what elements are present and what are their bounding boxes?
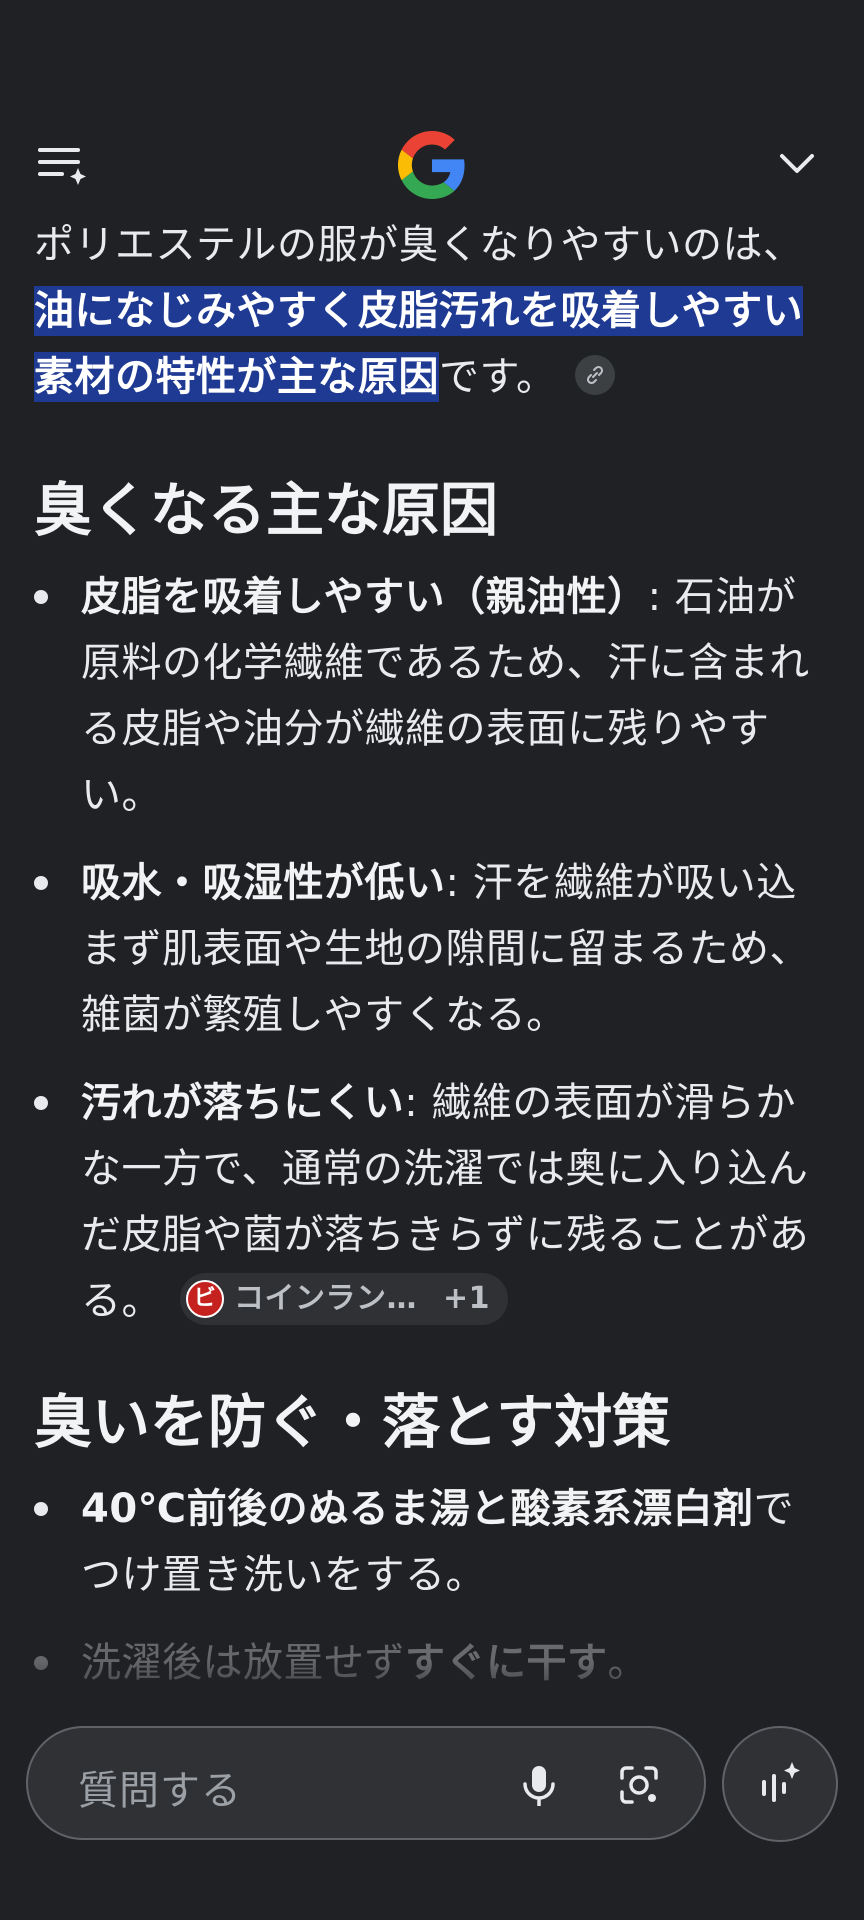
ask-placeholder: 質問する xyxy=(78,1768,242,1814)
item-heading: 汚れが落ちにくい xyxy=(81,1080,405,1126)
link-icon[interactable] xyxy=(574,355,615,395)
bullet-dot xyxy=(34,1096,48,1110)
source-site-icon: ビ xyxy=(186,1280,224,1318)
source-name: コインラン… xyxy=(234,1281,417,1316)
chevron-down-icon[interactable] xyxy=(772,144,822,184)
scroll-fade xyxy=(0,1660,864,1720)
section-title-measures: 臭いを防ぐ・落とす対策 xyxy=(34,1388,671,1456)
intro-highlight[interactable]: 油になじみやすく皮脂汚れを吸着しやすい素材の特性が主な原因 xyxy=(34,286,804,402)
section-title-causes: 臭くなる主な原因 xyxy=(34,476,499,544)
list-item: 40℃前後のぬるま湯と酸素系漂白剤でつけ置き洗いをする。 xyxy=(34,1476,834,1608)
intro-suffix: です。 xyxy=(439,354,557,400)
source-chip[interactable]: ビコインラン… +1 xyxy=(180,1273,509,1325)
list-item: 皮脂を吸着しやすい（親油性）: 石油が原料の化学繊維であるため、汗に含まれる皮脂… xyxy=(34,564,834,828)
causes-list: 皮脂を吸着しやすい（親油性）: 石油が原料の化学繊維であるため、汗に含まれる皮脂… xyxy=(34,564,834,1334)
bullet-dot xyxy=(34,590,48,604)
answer-intro: ポリエステルの服が臭くなりやすいのは、油になじみやすく皮脂汚れを吸着しやすい素材… xyxy=(34,212,834,410)
item-heading: 皮脂を吸着しやすい（親油性） xyxy=(81,574,648,620)
intro-prefix: ポリエステルの服が臭くなりやすいのは、 xyxy=(34,222,804,268)
mic-icon[interactable] xyxy=(512,1758,566,1812)
bullet-dot xyxy=(34,1502,48,1516)
source-more-count: +1 xyxy=(443,1281,491,1316)
list-item: 吸水・吸湿性が低い: 汗を繊維が吸い込まず肌表面や生地の隙間に留まるため、雑菌が… xyxy=(34,850,834,1048)
voice-sparkle-icon[interactable] xyxy=(722,1726,838,1842)
list-item: 汚れが落ちにくい: 繊維の表面が滑らかな一方で、通常の洗濯では奥に入り込んだ皮脂… xyxy=(34,1070,834,1334)
bottom-bar: 質問する xyxy=(0,1720,864,1920)
lens-camera-icon[interactable] xyxy=(612,1758,666,1812)
google-logo xyxy=(398,130,466,200)
menu-sparkle-icon[interactable] xyxy=(36,142,92,188)
bullet-dot xyxy=(34,876,48,890)
item-heading: 40℃前後のぬるま湯と酸素系漂白剤 xyxy=(81,1486,754,1532)
top-bar xyxy=(0,130,864,200)
ask-input[interactable]: 質問する xyxy=(26,1726,706,1840)
ai-answer: ポリエステルの服が臭くなりやすいのは、油になじみやすく皮脂汚れを吸着しやすい素材… xyxy=(34,212,834,1718)
item-heading: 吸水・吸湿性が低い xyxy=(81,860,446,906)
